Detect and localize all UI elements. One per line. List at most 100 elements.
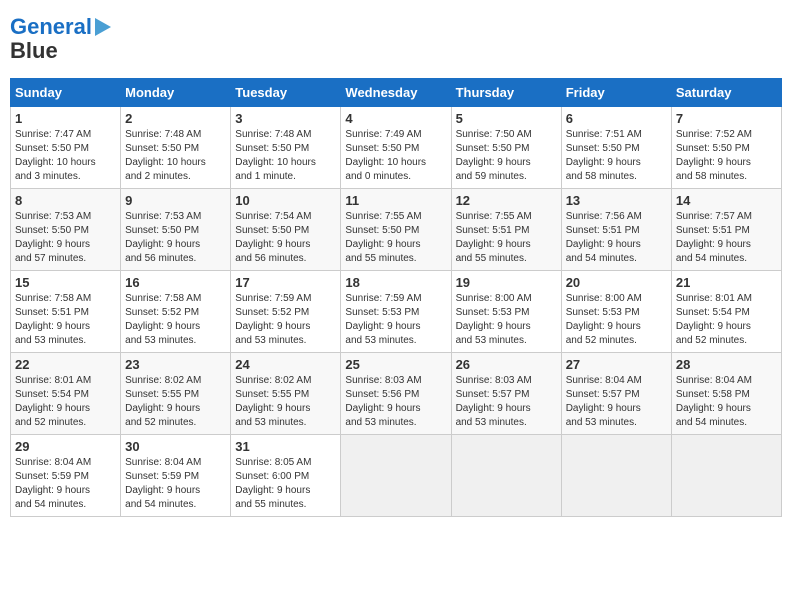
day-info: Sunrise: 8:04 AMSunset: 5:57 PMDaylight:…: [566, 374, 667, 430]
calendar-cell: 5Sunrise: 7:50 AMSunset: 5:50 PMDaylight…: [451, 107, 561, 189]
column-header-tuesday: Tuesday: [231, 79, 341, 107]
day-info: Sunrise: 8:04 AMSunset: 5:59 PMDaylight:…: [125, 456, 226, 512]
calendar-cell: 23 Sunrise: 8:02 AMSunset: 5:55 PMDayligh…: [121, 353, 231, 435]
day-info: Sunrise: 8:03 AMSunset: 5:56 PMDaylight:…: [345, 374, 446, 430]
day-number: 22: [15, 357, 116, 372]
day-info: Sunrise: 8:00 AMSunset: 5:53 PMDaylight:…: [566, 292, 667, 348]
calendar-cell: 30 Sunrise: 8:04 AMSunset: 5:59 PMDayligh…: [121, 435, 231, 517]
calendar-cell: 17Sunrise: 7:59 AMSunset: 5:52 PMDayligh…: [231, 271, 341, 353]
calendar-row-5: 29 Sunrise: 8:04 AMSunset: 5:59 PMDayligh…: [11, 435, 782, 517]
calendar-cell: 19 Sunrise: 8:00 AMSunset: 5:53 PMDayligh…: [451, 271, 561, 353]
day-info: Sunrise: 7:59 AMSunset: 5:52 PMDaylight:…: [235, 292, 336, 348]
day-number: 14: [676, 193, 777, 208]
day-info: Sunrise: 8:01 AMSunset: 5:54 PMDaylight:…: [676, 292, 777, 348]
day-number: 16: [125, 275, 226, 290]
day-number: 20: [566, 275, 667, 290]
calendar-cell: 26 Sunrise: 8:03 AMSunset: 5:57 PMDayligh…: [451, 353, 561, 435]
calendar-cell: 14 Sunrise: 7:57 AMSunset: 5:51 PMDayligh…: [671, 189, 781, 271]
day-info: Sunrise: 8:02 AMSunset: 5:55 PMDaylight:…: [235, 374, 336, 430]
calendar-row-3: 15 Sunrise: 7:58 AMSunset: 5:51 PMDayligh…: [11, 271, 782, 353]
calendar-cell: 20 Sunrise: 8:00 AMSunset: 5:53 PMDayligh…: [561, 271, 671, 353]
calendar-cell: [451, 435, 561, 517]
day-info: Sunrise: 8:04 AMSunset: 5:58 PMDaylight:…: [676, 374, 777, 430]
column-headers: SundayMondayTuesdayWednesdayThursdayFrid…: [11, 79, 782, 107]
day-number: 15: [15, 275, 116, 290]
day-number: 25: [345, 357, 446, 372]
day-number: 26: [456, 357, 557, 372]
day-number: 5: [456, 111, 557, 126]
calendar-cell: 31 Sunrise: 8:05 AMSunset: 6:00 PMDayligh…: [231, 435, 341, 517]
calendar-cell: 12 Sunrise: 7:55 AMSunset: 5:51 PMDayligh…: [451, 189, 561, 271]
calendar-cell: 15 Sunrise: 7:58 AMSunset: 5:51 PMDayligh…: [11, 271, 121, 353]
calendar-cell: 4 Sunrise: 7:49 AMSunset: 5:50 PMDaylight…: [341, 107, 451, 189]
day-info: Sunrise: 8:04 AMSunset: 5:59 PMDaylight:…: [15, 456, 116, 512]
day-info: Sunrise: 7:53 AMSunset: 5:50 PMDaylight:…: [15, 210, 116, 266]
calendar-cell: 29 Sunrise: 8:04 AMSunset: 5:59 PMDayligh…: [11, 435, 121, 517]
calendar-row-2: 8 Sunrise: 7:53 AMSunset: 5:50 PMDaylight…: [11, 189, 782, 271]
day-info: Sunrise: 8:00 AMSunset: 5:53 PMDaylight:…: [456, 292, 557, 348]
calendar-cell: 28 Sunrise: 8:04 AMSunset: 5:58 PMDayligh…: [671, 353, 781, 435]
calendar-cell: 27 Sunrise: 8:04 AMSunset: 5:57 PMDayligh…: [561, 353, 671, 435]
day-number: 8: [15, 193, 116, 208]
calendar-cell: 21 Sunrise: 8:01 AMSunset: 5:54 PMDayligh…: [671, 271, 781, 353]
day-info: Sunrise: 7:54 AMSunset: 5:50 PMDaylight:…: [235, 210, 336, 266]
calendar-cell: [561, 435, 671, 517]
day-info: Sunrise: 8:02 AMSunset: 5:55 PMDaylight:…: [125, 374, 226, 430]
column-header-saturday: Saturday: [671, 79, 781, 107]
calendar-cell: 22 Sunrise: 8:01 AMSunset: 5:54 PMDayligh…: [11, 353, 121, 435]
day-number: 19: [456, 275, 557, 290]
calendar-cell: 2 Sunrise: 7:48 AMSunset: 5:50 PMDaylight…: [121, 107, 231, 189]
day-number: 29: [15, 439, 116, 454]
day-number: 21: [676, 275, 777, 290]
day-number: 30: [125, 439, 226, 454]
day-number: 11: [345, 193, 446, 208]
column-header-thursday: Thursday: [451, 79, 561, 107]
column-header-monday: Monday: [121, 79, 231, 107]
calendar-cell: 18Sunrise: 7:59 AMSunset: 5:53 PMDayligh…: [341, 271, 451, 353]
calendar-cell: 6 Sunrise: 7:51 AMSunset: 5:50 PMDaylight…: [561, 107, 671, 189]
day-info: Sunrise: 7:56 AMSunset: 5:51 PMDaylight:…: [566, 210, 667, 266]
day-number: 3: [235, 111, 336, 126]
logo-blue-text: Blue: [10, 39, 58, 63]
calendar-cell: 7 Sunrise: 7:52 AMSunset: 5:50 PMDaylight…: [671, 107, 781, 189]
day-info: Sunrise: 7:55 AMSunset: 5:51 PMDaylight:…: [456, 210, 557, 266]
day-info: Sunrise: 7:58 AMSunset: 5:52 PMDaylight:…: [125, 292, 226, 348]
day-info: Sunrise: 7:52 AMSunset: 5:50 PMDaylight:…: [676, 128, 777, 184]
day-number: 4: [345, 111, 446, 126]
day-info: Sunrise: 7:53 AMSunset: 5:50 PMDaylight:…: [125, 210, 226, 266]
day-number: 28: [676, 357, 777, 372]
calendar-cell: 11 Sunrise: 7:55 AMSunset: 5:50 PMDayligh…: [341, 189, 451, 271]
calendar-cell: [341, 435, 451, 517]
day-number: 2: [125, 111, 226, 126]
day-number: 24: [235, 357, 336, 372]
day-info: Sunrise: 7:57 AMSunset: 5:51 PMDaylight:…: [676, 210, 777, 266]
day-info: Sunrise: 8:03 AMSunset: 5:57 PMDaylight:…: [456, 374, 557, 430]
logo-arrow-icon: [95, 18, 111, 36]
logo: General Blue: [10, 15, 111, 63]
day-number: 13: [566, 193, 667, 208]
day-info: Sunrise: 7:55 AMSunset: 5:50 PMDaylight:…: [345, 210, 446, 266]
day-number: 27: [566, 357, 667, 372]
day-info: Sunrise: 7:47 AMSunset: 5:50 PMDaylight:…: [15, 128, 116, 184]
day-info: Sunrise: 7:58 AMSunset: 5:51 PMDaylight:…: [15, 292, 116, 348]
calendar-cell: 9 Sunrise: 7:53 AMSunset: 5:50 PMDaylight…: [121, 189, 231, 271]
day-number: 6: [566, 111, 667, 126]
day-number: 12: [456, 193, 557, 208]
day-info: Sunrise: 7:51 AMSunset: 5:50 PMDaylight:…: [566, 128, 667, 184]
day-info: Sunrise: 7:49 AMSunset: 5:50 PMDaylight:…: [345, 128, 446, 184]
calendar-cell: [671, 435, 781, 517]
calendar-cell: 3Sunrise: 7:48 AMSunset: 5:50 PMDaylight…: [231, 107, 341, 189]
calendar-cell: 16 Sunrise: 7:58 AMSunset: 5:52 PMDayligh…: [121, 271, 231, 353]
day-number: 9: [125, 193, 226, 208]
day-number: 18: [345, 275, 446, 290]
day-number: 23: [125, 357, 226, 372]
logo-text: General: [10, 15, 92, 39]
day-info: Sunrise: 7:48 AMSunset: 5:50 PMDaylight:…: [125, 128, 226, 184]
day-info: Sunrise: 8:01 AMSunset: 5:54 PMDaylight:…: [15, 374, 116, 430]
day-number: 31: [235, 439, 336, 454]
calendar-cell: 1Sunrise: 7:47 AMSunset: 5:50 PMDaylight…: [11, 107, 121, 189]
calendar-cell: 25 Sunrise: 8:03 AMSunset: 5:56 PMDayligh…: [341, 353, 451, 435]
column-header-friday: Friday: [561, 79, 671, 107]
day-info: Sunrise: 8:05 AMSunset: 6:00 PMDaylight:…: [235, 456, 336, 512]
day-number: 7: [676, 111, 777, 126]
